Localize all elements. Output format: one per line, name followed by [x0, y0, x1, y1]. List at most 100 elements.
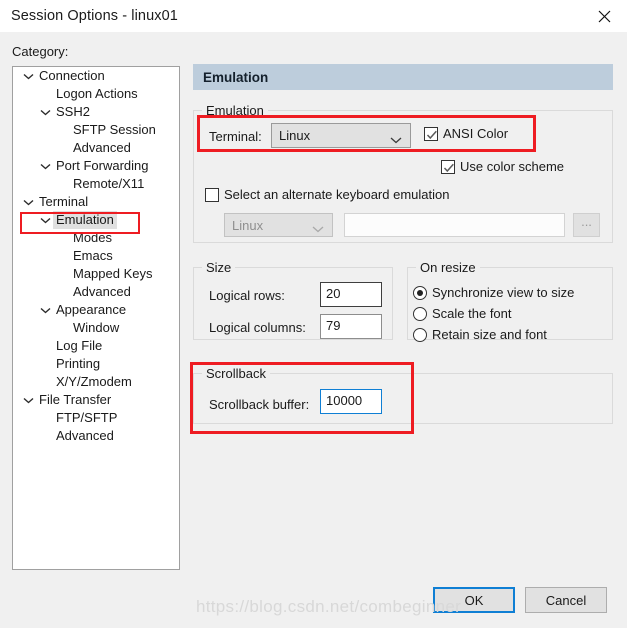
terminal-combobox[interactable]: Linux: [271, 123, 411, 148]
tree-item-printing[interactable]: Printing: [13, 355, 179, 373]
logical-rows-label: Logical rows:: [209, 288, 285, 303]
tree-item-label: SSH2: [56, 104, 90, 119]
alternate-keyboard-label: Select an alternate keyboard emulation: [224, 187, 450, 202]
use-color-scheme-checkbox[interactable]: Use color scheme: [441, 159, 564, 174]
tree-item-mapped-keys[interactable]: Mapped Keys: [13, 265, 179, 283]
tree-item-remote-x11[interactable]: Remote/X11: [13, 175, 179, 193]
tree-item-label: Terminal: [39, 194, 89, 209]
tree-item-emacs[interactable]: Emacs: [13, 247, 179, 265]
watermark-text: https://blog.csdn.net/combeginner: [196, 597, 462, 616]
category-label: Category:: [12, 44, 69, 59]
tree-item-label: Connection: [39, 68, 105, 83]
chevron-down-icon[interactable]: [23, 391, 34, 409]
size-group-legend: Size: [206, 260, 232, 275]
tree-item-label: Advanced: [73, 140, 131, 155]
radio-indicator: [413, 285, 427, 300]
window-title: Session Options - linux01: [11, 8, 178, 24]
chevron-down-icon[interactable]: [40, 301, 51, 319]
radio-indicator: [413, 306, 427, 321]
radio-retain-size-and-font[interactable]: Retain size and font: [413, 327, 547, 342]
radio-label: Retain size and font: [432, 327, 547, 342]
tree-item-emulation[interactable]: Emulation: [13, 211, 179, 229]
category-tree-list: Connection Logon Actions SSH2 SFTP Session A…: [13, 67, 179, 445]
pane-header: Emulation: [193, 64, 613, 90]
radio-indicator: [413, 327, 427, 342]
tree-item-sftp-session[interactable]: SFTP Session: [13, 121, 179, 139]
tree-item-label: Emulation: [53, 211, 117, 229]
ok-button[interactable]: OK: [433, 587, 515, 613]
tree-item-label: Emacs: [73, 248, 113, 263]
checkbox-box: [424, 126, 438, 141]
tree-item-label: Logon Actions: [56, 86, 138, 101]
tree-item-label: File Transfer: [39, 392, 112, 407]
category-tree[interactable]: Connection Logon Actions SSH2 SFTP Session A…: [12, 66, 180, 570]
tree-item-appearance[interactable]: Appearance: [13, 301, 179, 319]
tree-item-label: SFTP Session: [73, 122, 156, 137]
scrollback-buffer-label: Scrollback buffer:: [209, 397, 310, 412]
tree-item-label: Log File: [56, 338, 103, 353]
terminal-label: Terminal:: [209, 129, 262, 144]
close-icon: [598, 10, 610, 22]
tree-item-label: Printing: [56, 356, 101, 371]
tree-item-label: Appearance: [56, 302, 127, 317]
chevron-down-icon: [312, 221, 324, 233]
tree-item-label: Window: [73, 320, 120, 335]
emulation-group-legend: Emulation: [206, 103, 264, 118]
tree-item-x-y-zmodem[interactable]: X/Y/Zmodem: [13, 373, 179, 391]
tree-item-label: Mapped Keys: [73, 266, 153, 281]
alternate-keyboard-checkbox[interactable]: Select an alternate keyboard emulation: [205, 187, 449, 202]
title-bar: Session Options - linux01: [0, 0, 627, 32]
chevron-down-icon[interactable]: [40, 211, 51, 229]
terminal-combobox-value: Linux: [279, 128, 311, 143]
radio-label: Synchronize view to size: [432, 285, 575, 300]
tree-item-advanced[interactable]: Advanced: [13, 139, 179, 157]
tree-item-port-forwarding[interactable]: Port Forwarding: [13, 157, 179, 175]
logical-rows-input[interactable]: 20: [320, 282, 382, 307]
tree-item-label: Remote/X11: [73, 176, 145, 191]
browse-button[interactable]: ...: [573, 213, 600, 237]
tree-item-label: FTP/SFTP: [56, 410, 118, 425]
cancel-button[interactable]: Cancel: [525, 587, 607, 613]
alternate-keyboard-combobox-value: Linux: [232, 217, 264, 233]
radio-scale-the-font[interactable]: Scale the font: [413, 306, 512, 321]
tree-item-ftp-sftp[interactable]: FTP/SFTP: [13, 409, 179, 427]
scrollback-buffer-input[interactable]: 10000: [320, 389, 382, 414]
scrollback-group: Scrollback: [193, 366, 613, 424]
ansi-color-label: ANSI Color: [443, 126, 509, 141]
use-color-scheme-label: Use color scheme: [460, 159, 565, 174]
on-resize-group-legend: On resize: [420, 260, 476, 275]
alternate-keyboard-combobox: Linux: [224, 213, 333, 237]
logical-columns-label: Logical columns:: [209, 320, 306, 335]
tree-item-advanced[interactable]: Advanced: [13, 427, 179, 445]
checkmark-icon: [426, 130, 437, 139]
alternate-keyboard-path-input[interactable]: [344, 213, 565, 237]
pane-title: Emulation: [203, 69, 269, 85]
tree-item-connection[interactable]: Connection: [13, 67, 179, 85]
tree-item-logon-actions[interactable]: Logon Actions: [13, 85, 179, 103]
tree-item-ssh2[interactable]: SSH2: [13, 103, 179, 121]
checkbox-box: [205, 187, 219, 202]
tree-item-terminal[interactable]: Terminal: [13, 193, 179, 211]
tree-item-file-transfer[interactable]: File Transfer: [13, 391, 179, 409]
radio-synchronize-view-to-size[interactable]: Synchronize view to size: [413, 285, 574, 300]
tree-item-modes[interactable]: Modes: [13, 229, 179, 247]
chevron-down-icon[interactable]: [40, 103, 51, 121]
tree-item-advanced[interactable]: Advanced: [13, 283, 179, 301]
logical-columns-input[interactable]: 79: [320, 314, 382, 339]
tree-item-window[interactable]: Window: [13, 319, 179, 337]
chevron-down-icon[interactable]: [23, 67, 34, 85]
scrollback-group-legend: Scrollback: [206, 366, 266, 381]
tree-item-label: Advanced: [73, 284, 131, 299]
tree-item-label: Modes: [73, 230, 113, 245]
tree-item-label: Advanced: [56, 428, 114, 443]
checkmark-icon: [443, 163, 454, 172]
ansi-color-checkbox[interactable]: ANSI Color: [424, 126, 508, 141]
checkbox-box: [441, 159, 455, 174]
radio-label: Scale the font: [432, 306, 512, 321]
tree-item-label: Port Forwarding: [56, 158, 149, 173]
tree-item-label: X/Y/Zmodem: [56, 374, 132, 389]
tree-item-log-file[interactable]: Log File: [13, 337, 179, 355]
chevron-down-icon[interactable]: [40, 157, 51, 175]
chevron-down-icon[interactable]: [23, 193, 34, 211]
close-button[interactable]: [581, 0, 627, 32]
